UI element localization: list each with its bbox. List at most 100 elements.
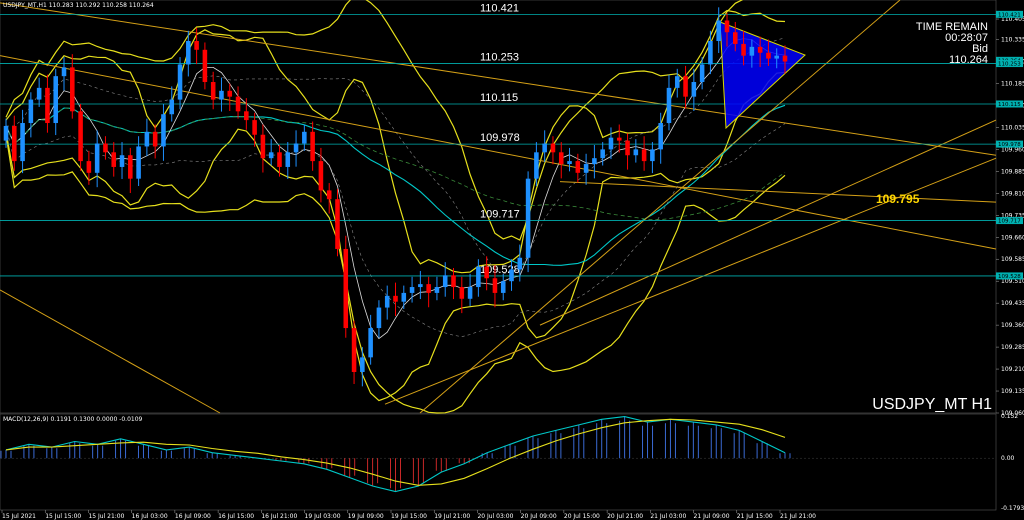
candle-body xyxy=(766,52,771,59)
candle-body xyxy=(186,41,191,65)
bid-value: 110.264 xyxy=(949,54,988,66)
candle-body xyxy=(691,82,697,97)
candle-body xyxy=(268,152,274,159)
candle-body xyxy=(86,161,92,173)
price-axis: 110.405110.335110.260110.185110.110110.0… xyxy=(996,16,1024,417)
time-axis: 15 Jul 2021 15 Jul 15:00 15 Jul 21:00 16 Ju… xyxy=(1,510,816,520)
x-tick-label: 16 Jul 15:00 xyxy=(218,513,254,520)
y-tick-label: 109.360 xyxy=(1001,322,1024,329)
macd-panel xyxy=(0,413,997,511)
y-tick-label: 110.185 xyxy=(1001,80,1024,87)
candle-body xyxy=(459,287,465,299)
x-tick-label: 21 Jul 21:00 xyxy=(780,513,816,520)
price-tag-label: 110.421 xyxy=(998,12,1021,18)
symbol-header: USDJPY_MT,H1 110.283 110.292 110.258 110… xyxy=(3,2,154,9)
candle-body xyxy=(368,328,373,358)
candle-body xyxy=(94,143,100,173)
candle-body xyxy=(558,152,564,165)
candle-body xyxy=(434,287,440,293)
level-label: 110.253 xyxy=(480,52,519,64)
candle-body xyxy=(409,287,415,293)
level-label: 109.978 xyxy=(480,132,520,144)
y-tick-label: 109.885 xyxy=(1001,168,1024,175)
candle-body xyxy=(666,87,672,124)
candle-body xyxy=(583,164,589,173)
candle-body xyxy=(169,99,175,115)
candle-body xyxy=(625,140,630,156)
candle-body xyxy=(152,131,158,147)
candle-body xyxy=(119,155,125,167)
candle-body xyxy=(658,123,663,150)
candle-body xyxy=(111,152,117,167)
candle-body xyxy=(194,41,199,50)
y-tick-label: 109.810 xyxy=(1001,190,1024,197)
y-tick-label: 109.285 xyxy=(1001,344,1024,351)
candle-body xyxy=(360,357,365,372)
candle-body xyxy=(293,143,299,153)
candle-body xyxy=(45,87,50,124)
candle-body xyxy=(244,111,249,121)
macd-tick-label: 0.00 xyxy=(1001,455,1015,462)
price-tag-label: 110.253 xyxy=(998,62,1021,68)
candle-body xyxy=(20,123,25,162)
candle-body xyxy=(210,82,216,100)
candle-body xyxy=(202,49,208,83)
candle-body xyxy=(575,161,581,173)
candle-body xyxy=(28,99,34,124)
candle-body xyxy=(70,67,75,112)
candle-body xyxy=(252,120,257,135)
candle-body xyxy=(384,295,390,308)
price-tag-label: 109.717 xyxy=(998,219,1021,225)
candle-body xyxy=(484,266,489,279)
x-tick-label: 16 Jul 21:00 xyxy=(261,513,297,520)
watermark: USDJPY_MT H1 xyxy=(872,396,992,413)
candle-body xyxy=(492,278,498,293)
level-label: 110.115 xyxy=(480,92,518,104)
candle-body xyxy=(136,146,141,179)
candle-body xyxy=(741,43,746,56)
candle-body xyxy=(442,275,448,288)
x-tick-label: 15 Jul 15:00 xyxy=(45,513,81,520)
candle-body xyxy=(310,131,315,162)
x-tick-label: 19 Jul 03:00 xyxy=(305,513,341,520)
candle-body xyxy=(3,125,9,141)
x-tick-label: 15 Jul 21:00 xyxy=(88,513,124,520)
macd-tick-label: 0.152 xyxy=(1001,413,1018,420)
highlight-level-label: 109.795 xyxy=(876,192,920,206)
y-tick-label: 109.585 xyxy=(1001,256,1024,263)
x-tick-label: 21 Jul 03:00 xyxy=(650,513,686,520)
candle-body xyxy=(476,266,481,288)
candle-body xyxy=(161,114,166,147)
candle-body xyxy=(235,96,241,112)
price-tag-label: 109.528 xyxy=(998,274,1021,280)
candle-body xyxy=(335,199,340,249)
candle-body xyxy=(260,134,266,159)
x-tick-label: 16 Jul 09:00 xyxy=(175,513,211,520)
x-tick-label: 20 Jul 09:00 xyxy=(521,513,557,520)
candle-body xyxy=(517,257,523,270)
macd-tick-label: -0.1793 xyxy=(1001,505,1024,512)
candlestick-chart: 110.421 110.253 110.115 109.978 109.717 109.5… xyxy=(0,0,1024,520)
candle-body xyxy=(757,46,763,53)
y-tick-label: 110.335 xyxy=(1001,37,1024,44)
candle-body xyxy=(343,248,349,329)
y-tick-label: 109.210 xyxy=(1001,366,1024,373)
candle-body xyxy=(567,161,572,165)
candle-body xyxy=(550,143,556,153)
macd-label: MACD(12,26,9) 0.1191 0.1300 0.0000 -0.01… xyxy=(3,416,143,423)
candle-body xyxy=(592,158,597,165)
x-tick-label: 21 Jul 15:00 xyxy=(737,513,773,520)
x-tick-label: 15 Jul 2021 xyxy=(2,513,36,520)
candle-body xyxy=(525,178,531,258)
price-tag-label: 110.115 xyxy=(998,102,1021,108)
candle-body xyxy=(426,284,431,293)
candle-body xyxy=(509,269,514,282)
candle-body xyxy=(774,55,779,59)
candle-body xyxy=(699,64,705,83)
candle-body xyxy=(724,20,730,33)
candle-body xyxy=(467,287,473,299)
candle-body xyxy=(600,149,605,159)
candle-body xyxy=(219,90,224,100)
candle-body xyxy=(616,137,622,141)
candle-body xyxy=(500,281,506,293)
